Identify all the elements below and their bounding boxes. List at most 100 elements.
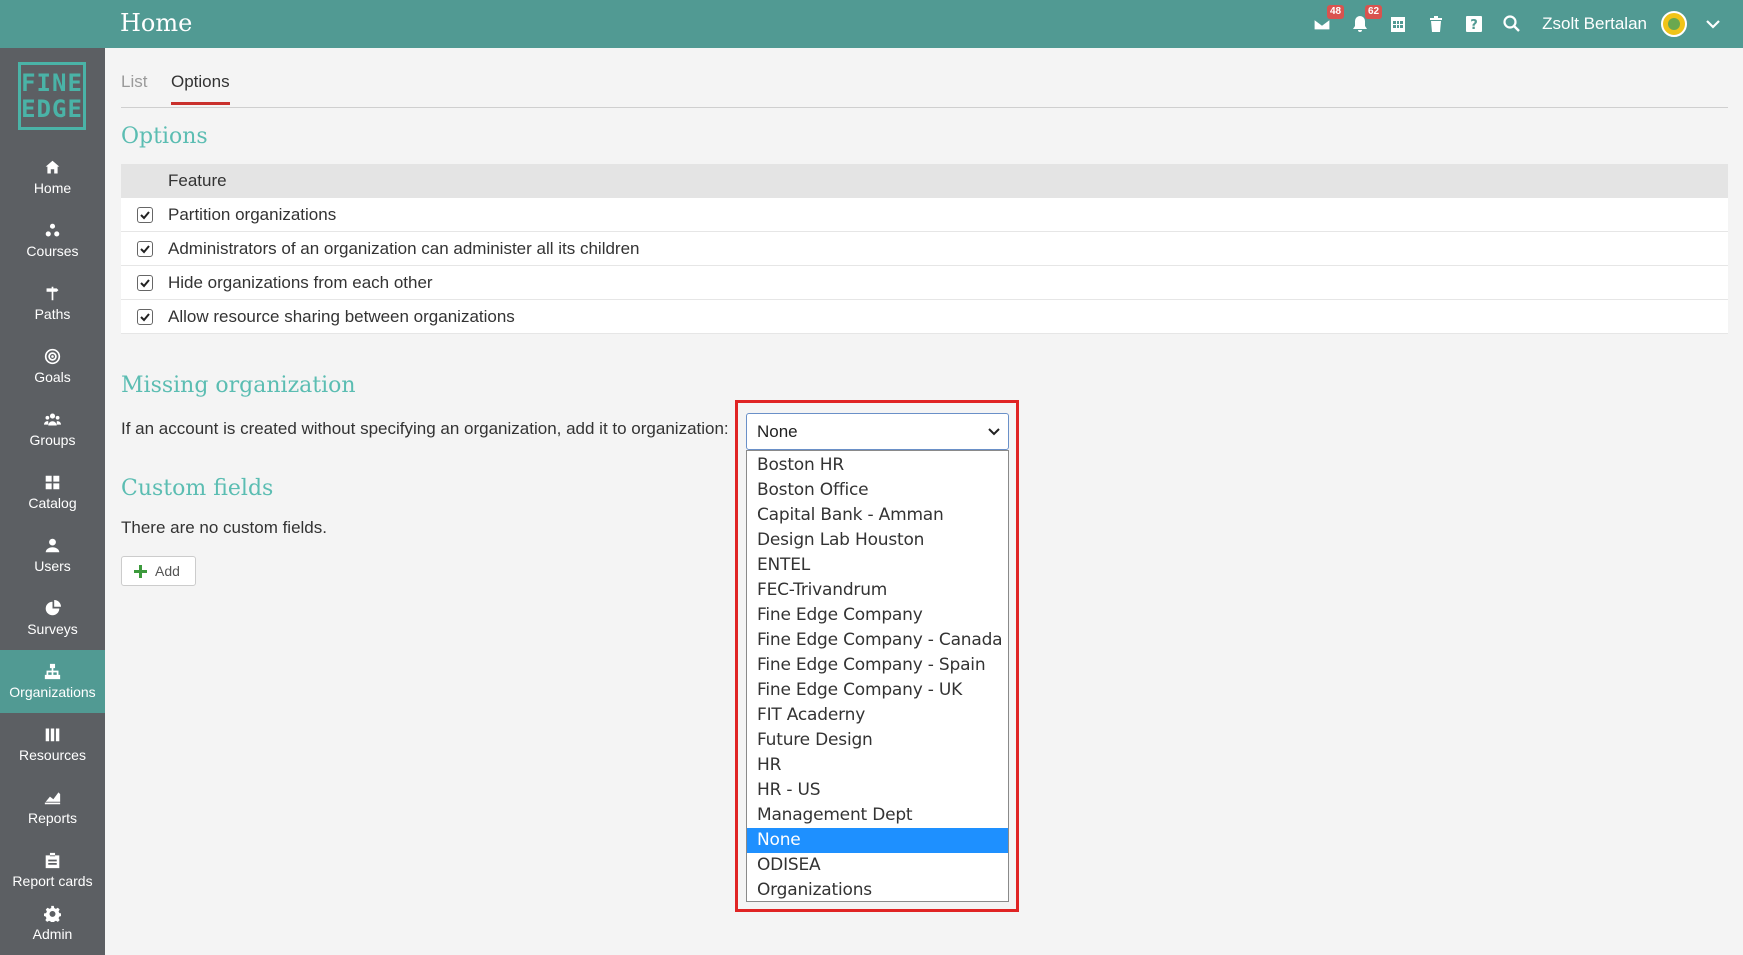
sidebar-item-resources[interactable]: Resources bbox=[0, 713, 105, 776]
organization-option[interactable]: Fine Edge Company - Canada bbox=[747, 628, 1008, 653]
organization-option[interactable]: Capital Bank - Amman bbox=[747, 503, 1008, 528]
hide-organizations-checkbox[interactable] bbox=[136, 274, 153, 291]
organization-option[interactable]: Future Design bbox=[747, 728, 1008, 753]
sidebar-item-label: Goals bbox=[34, 369, 71, 385]
organization-option[interactable]: Design Lab Houston bbox=[747, 528, 1008, 553]
surveys-icon bbox=[45, 600, 61, 616]
row-label: Allow resource sharing between organizat… bbox=[168, 306, 515, 326]
options-heading: Options bbox=[121, 124, 208, 149]
plus-icon bbox=[134, 564, 147, 578]
notifications-badge: 62 bbox=[1364, 5, 1383, 19]
check-icon bbox=[139, 312, 150, 321]
catalog-icon bbox=[45, 475, 60, 490]
sidebar-item-label: Users bbox=[34, 558, 71, 574]
goals-icon bbox=[44, 348, 61, 365]
missing-organization-heading: Missing organization bbox=[121, 373, 356, 398]
organization-option[interactable]: Fine Edge Company bbox=[747, 603, 1008, 628]
organization-option[interactable]: Boston Office bbox=[747, 478, 1008, 503]
add-button-label: Add bbox=[155, 563, 180, 579]
organization-option-selected[interactable]: None bbox=[747, 828, 1008, 853]
sidebar-item-label: Report cards bbox=[12, 873, 93, 889]
sidebar-item-reports[interactable]: Reports bbox=[0, 776, 105, 839]
resources-icon bbox=[45, 728, 60, 742]
admin-children-checkbox[interactable] bbox=[136, 240, 153, 257]
row-label: Partition organizations bbox=[168, 204, 337, 224]
courses-icon bbox=[45, 223, 60, 237]
organization-option[interactable]: Boston HR bbox=[747, 453, 1008, 478]
tab-options[interactable]: Options bbox=[171, 72, 230, 105]
paths-icon bbox=[46, 286, 59, 301]
sidebar-item-label: Groups bbox=[29, 432, 76, 448]
svg-text:?: ? bbox=[1470, 18, 1478, 33]
organizations-icon bbox=[44, 663, 61, 680]
organization-option[interactable]: FIT Acaderny bbox=[747, 703, 1008, 728]
organization-select[interactable]: None bbox=[746, 413, 1009, 450]
chevron-down-icon bbox=[988, 428, 1000, 436]
no-custom-fields-text: There are no custom fields. bbox=[121, 518, 327, 537]
add-custom-field-button[interactable]: Add bbox=[121, 556, 196, 586]
organization-option[interactable]: Fine Edge Company - UK bbox=[747, 678, 1008, 703]
user-menu-toggle[interactable] bbox=[1701, 12, 1725, 36]
organization-option[interactable]: HR bbox=[747, 753, 1008, 778]
sidebar-item-label: Courses bbox=[26, 243, 79, 259]
home-icon bbox=[45, 160, 60, 174]
trash-icon bbox=[1430, 16, 1443, 32]
calendar-icon bbox=[1391, 17, 1406, 32]
organization-option[interactable]: Organizations bbox=[747, 878, 1008, 903]
organization-option[interactable]: Management Dept bbox=[747, 803, 1008, 828]
sidebar-item-label: Home bbox=[33, 180, 72, 196]
organization-option[interactable]: ODISEA bbox=[747, 853, 1008, 878]
fine-edge-logo[interactable]: FINE EDGE bbox=[18, 62, 86, 130]
check-icon bbox=[139, 244, 150, 253]
messages-badge: 48 bbox=[1326, 5, 1345, 19]
sidebar-item-groups[interactable]: Groups bbox=[0, 398, 105, 461]
sidebar-item-catalog[interactable]: Catalog bbox=[0, 461, 105, 524]
missing-organization-text: If an account is created without specify… bbox=[121, 419, 729, 438]
partition-checkbox[interactable] bbox=[136, 206, 153, 223]
logo-line-2: EDGE bbox=[21, 95, 83, 123]
help-button[interactable]: ? bbox=[1462, 12, 1486, 36]
organization-option[interactable]: ENTEL bbox=[747, 553, 1008, 578]
sidebar-item-goals[interactable]: Goals bbox=[0, 335, 105, 398]
organization-select-value: None bbox=[757, 421, 798, 441]
messages-button[interactable]: 48 bbox=[1310, 5, 1345, 36]
sidebar-item-surveys[interactable]: Surveys bbox=[0, 587, 105, 650]
resource-sharing-checkbox[interactable] bbox=[136, 308, 153, 325]
avatar-face-icon bbox=[1668, 18, 1680, 30]
sidebar-item-label: Resources bbox=[19, 747, 86, 763]
calendar-button[interactable] bbox=[1386, 12, 1410, 36]
table-row: Administrators of an organization can ad… bbox=[121, 232, 1728, 266]
organization-option[interactable]: HR - US bbox=[747, 778, 1008, 803]
sidebar-item-label: Catalog bbox=[28, 495, 77, 511]
avatar[interactable] bbox=[1661, 11, 1687, 37]
sidebar-item-admin[interactable]: Admin bbox=[0, 892, 105, 955]
table-row: Partition organizations bbox=[121, 198, 1728, 232]
table-row: Allow resource sharing between organizat… bbox=[121, 300, 1728, 334]
sidebar-item-home[interactable]: Home bbox=[0, 146, 105, 209]
sidebar-item-label: Paths bbox=[34, 306, 71, 322]
sidebar-item-organizations[interactable]: Organizations bbox=[0, 650, 105, 713]
sidebar-item-label: Organizations bbox=[9, 684, 96, 700]
sidebar-item-label: Admin bbox=[32, 926, 73, 942]
row-label: Administrators of an organization can ad… bbox=[168, 238, 640, 258]
logo-line-1: FINE bbox=[21, 69, 83, 97]
check-icon bbox=[139, 278, 150, 287]
tab-list[interactable]: List bbox=[121, 72, 147, 92]
report-cards-icon bbox=[45, 852, 60, 869]
sidebar-item-courses[interactable]: Courses bbox=[0, 209, 105, 272]
sidebar-item-paths[interactable]: Paths bbox=[0, 272, 105, 335]
user-name[interactable]: Zsolt Bertalan bbox=[1542, 14, 1647, 34]
top-bar: Home 48 62 ? Zsolt Bertalan bbox=[0, 0, 1743, 48]
trash-button[interactable] bbox=[1424, 12, 1448, 36]
row-label: Hide organizations from each other bbox=[168, 272, 433, 292]
notifications-button[interactable]: 62 bbox=[1348, 5, 1383, 36]
table-row: Hide organizations from each other bbox=[121, 266, 1728, 300]
groups-icon bbox=[44, 413, 61, 426]
organization-option[interactable]: FEC-Trivandrum bbox=[747, 578, 1008, 603]
tab-bar: List Options bbox=[121, 62, 1728, 108]
organization-option[interactable]: Fine Edge Company - Spain bbox=[747, 653, 1008, 678]
check-icon bbox=[139, 210, 150, 219]
search-button[interactable] bbox=[1500, 12, 1524, 36]
users-icon bbox=[45, 538, 60, 553]
sidebar-item-users[interactable]: Users bbox=[0, 524, 105, 587]
